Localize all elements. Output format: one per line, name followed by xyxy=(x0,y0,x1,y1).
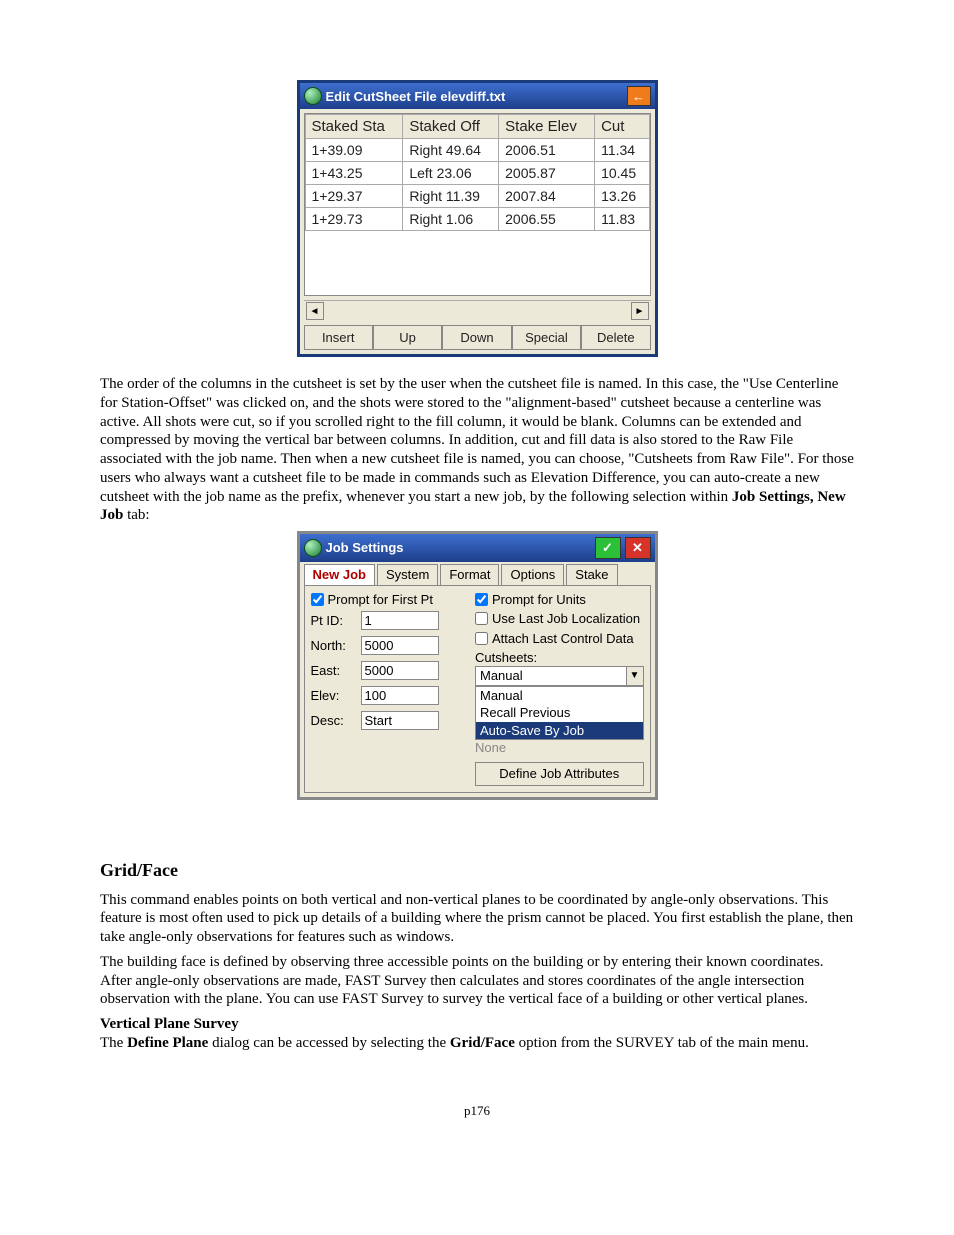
tab-options[interactable]: Options xyxy=(501,564,564,585)
text: The xyxy=(100,1035,127,1051)
up-button[interactable]: Up xyxy=(373,325,442,350)
label: Pt ID: xyxy=(311,613,355,629)
elev-field[interactable] xyxy=(361,686,439,705)
subheading: Vertical Plane Survey xyxy=(100,1016,239,1032)
dropdown-list: Manual Recall Previous Auto-Save By Job xyxy=(475,686,644,741)
titlebar: Edit CutSheet File elevdiff.txt ← xyxy=(300,83,655,109)
scroll-right-icon[interactable]: ► xyxy=(631,302,649,320)
use-last-localization-checkbox[interactable] xyxy=(475,612,488,625)
delete-button[interactable]: Delete xyxy=(581,325,650,350)
dropdown-option[interactable]: Manual xyxy=(476,687,643,705)
tab-stake[interactable]: Stake xyxy=(566,564,617,585)
label: North: xyxy=(311,638,355,654)
text: option from the SURVEY tab of the main m… xyxy=(515,1035,809,1051)
paragraph: The building face is defined by observin… xyxy=(100,953,854,1009)
titlebar: Job Settings ✓ ✕ xyxy=(300,534,655,562)
label: Cutsheets: xyxy=(475,650,644,666)
special-button[interactable]: Special xyxy=(512,325,581,350)
panel: Prompt for First Pt Pt ID: North: East: … xyxy=(304,585,651,793)
page-number: p176 xyxy=(100,1103,854,1119)
edit-cutsheet-window: Edit CutSheet File elevdiff.txt ← Staked… xyxy=(297,80,658,357)
chevron-down-icon[interactable]: ▼ xyxy=(626,667,643,685)
paragraph: This command enables points on both vert… xyxy=(100,891,854,947)
cell: 2006.51 xyxy=(499,139,595,162)
cell: 10.45 xyxy=(595,162,649,185)
prompt-units-checkbox[interactable] xyxy=(475,593,488,606)
cell: 2005.87 xyxy=(499,162,595,185)
back-button[interactable]: ← xyxy=(627,86,651,106)
cell: Right 49.64 xyxy=(403,139,499,162)
window-title: Job Settings xyxy=(326,540,404,556)
scroll-left-icon[interactable]: ◄ xyxy=(306,302,324,320)
label: Desc: xyxy=(311,713,355,729)
cell: 2006.55 xyxy=(499,208,595,231)
table-row[interactable]: 1+39.09 Right 49.64 2006.51 11.34 xyxy=(305,139,649,162)
section-heading: Grid/Face xyxy=(100,860,854,881)
text: dialog can be accessed by selecting the xyxy=(208,1035,450,1051)
cell: 13.26 xyxy=(595,185,649,208)
paragraph: Vertical Plane Survey The Define Plane d… xyxy=(100,1015,854,1053)
job-settings-window: Job Settings ✓ ✕ New Job System Format O… xyxy=(297,531,658,800)
tabs: New Job System Format Options Stake xyxy=(300,562,655,585)
attach-last-control-checkbox[interactable] xyxy=(475,632,488,645)
north-field[interactable] xyxy=(361,636,439,655)
text: The order of the columns in the cutsheet… xyxy=(100,376,854,505)
tab-new-job[interactable]: New Job xyxy=(304,564,375,585)
col-header[interactable]: Staked Off xyxy=(403,115,499,139)
label: Elev: xyxy=(311,688,355,704)
tab-system[interactable]: System xyxy=(377,564,438,585)
cutsheet-table-container: Staked Sta Staked Off Stake Elev Cut 1+3… xyxy=(304,113,651,296)
table-row[interactable]: 1+43.25 Left 23.06 2005.87 10.45 xyxy=(305,162,649,185)
cutsheet-table: Staked Sta Staked Off Stake Elev Cut 1+3… xyxy=(305,114,650,231)
label: Prompt for Units xyxy=(492,592,586,608)
app-icon xyxy=(304,87,322,105)
cell: Left 23.06 xyxy=(403,162,499,185)
label: Use Last Job Localization xyxy=(492,611,640,627)
cell: Right 11.39 xyxy=(403,185,499,208)
cell: 2007.84 xyxy=(499,185,595,208)
col-header[interactable]: Staked Sta xyxy=(305,115,403,139)
cell: 1+39.09 xyxy=(305,139,403,162)
horizontal-scrollbar[interactable]: ◄ ► xyxy=(304,300,651,321)
down-button[interactable]: Down xyxy=(442,325,511,350)
text-bold: Grid/Face xyxy=(450,1035,515,1051)
cell: 11.83 xyxy=(595,208,649,231)
col-header[interactable]: Cut xyxy=(595,115,649,139)
disabled-label: None xyxy=(475,740,644,756)
dropdown-option[interactable]: Auto-Save By Job xyxy=(476,722,643,740)
app-icon xyxy=(304,539,322,557)
paragraph: The order of the columns in the cutsheet… xyxy=(100,375,854,525)
cell: Right 1.06 xyxy=(403,208,499,231)
table-row[interactable]: 1+29.73 Right 1.06 2006.55 11.83 xyxy=(305,208,649,231)
close-button[interactable]: ✕ xyxy=(625,537,651,559)
text-bold: Define Plane xyxy=(127,1035,208,1051)
text: tab: xyxy=(123,507,149,523)
prompt-first-pt-checkbox[interactable] xyxy=(311,593,324,606)
col-header[interactable]: Stake Elev xyxy=(499,115,595,139)
tab-format[interactable]: Format xyxy=(440,564,499,585)
cutsheets-dropdown[interactable]: Manual ▼ xyxy=(475,666,644,686)
label: Attach Last Control Data xyxy=(492,631,634,647)
ok-button[interactable]: ✓ xyxy=(595,537,621,559)
insert-button[interactable]: Insert xyxy=(304,325,373,350)
label: Prompt for First Pt xyxy=(328,592,433,608)
cell: 1+29.37 xyxy=(305,185,403,208)
dropdown-option[interactable]: Recall Previous xyxy=(476,704,643,722)
cell: 1+43.25 xyxy=(305,162,403,185)
east-field[interactable] xyxy=(361,661,439,680)
table-empty-area xyxy=(305,231,650,295)
desc-field[interactable] xyxy=(361,711,439,730)
pt-id-field[interactable] xyxy=(361,611,439,630)
label: East: xyxy=(311,663,355,679)
dropdown-selected: Manual xyxy=(475,666,644,686)
cell: 1+29.73 xyxy=(305,208,403,231)
window-title: Edit CutSheet File elevdiff.txt xyxy=(326,89,506,104)
cell: 11.34 xyxy=(595,139,649,162)
define-attributes-button[interactable]: Define Job Attributes xyxy=(475,762,644,786)
table-row[interactable]: 1+29.37 Right 11.39 2007.84 13.26 xyxy=(305,185,649,208)
